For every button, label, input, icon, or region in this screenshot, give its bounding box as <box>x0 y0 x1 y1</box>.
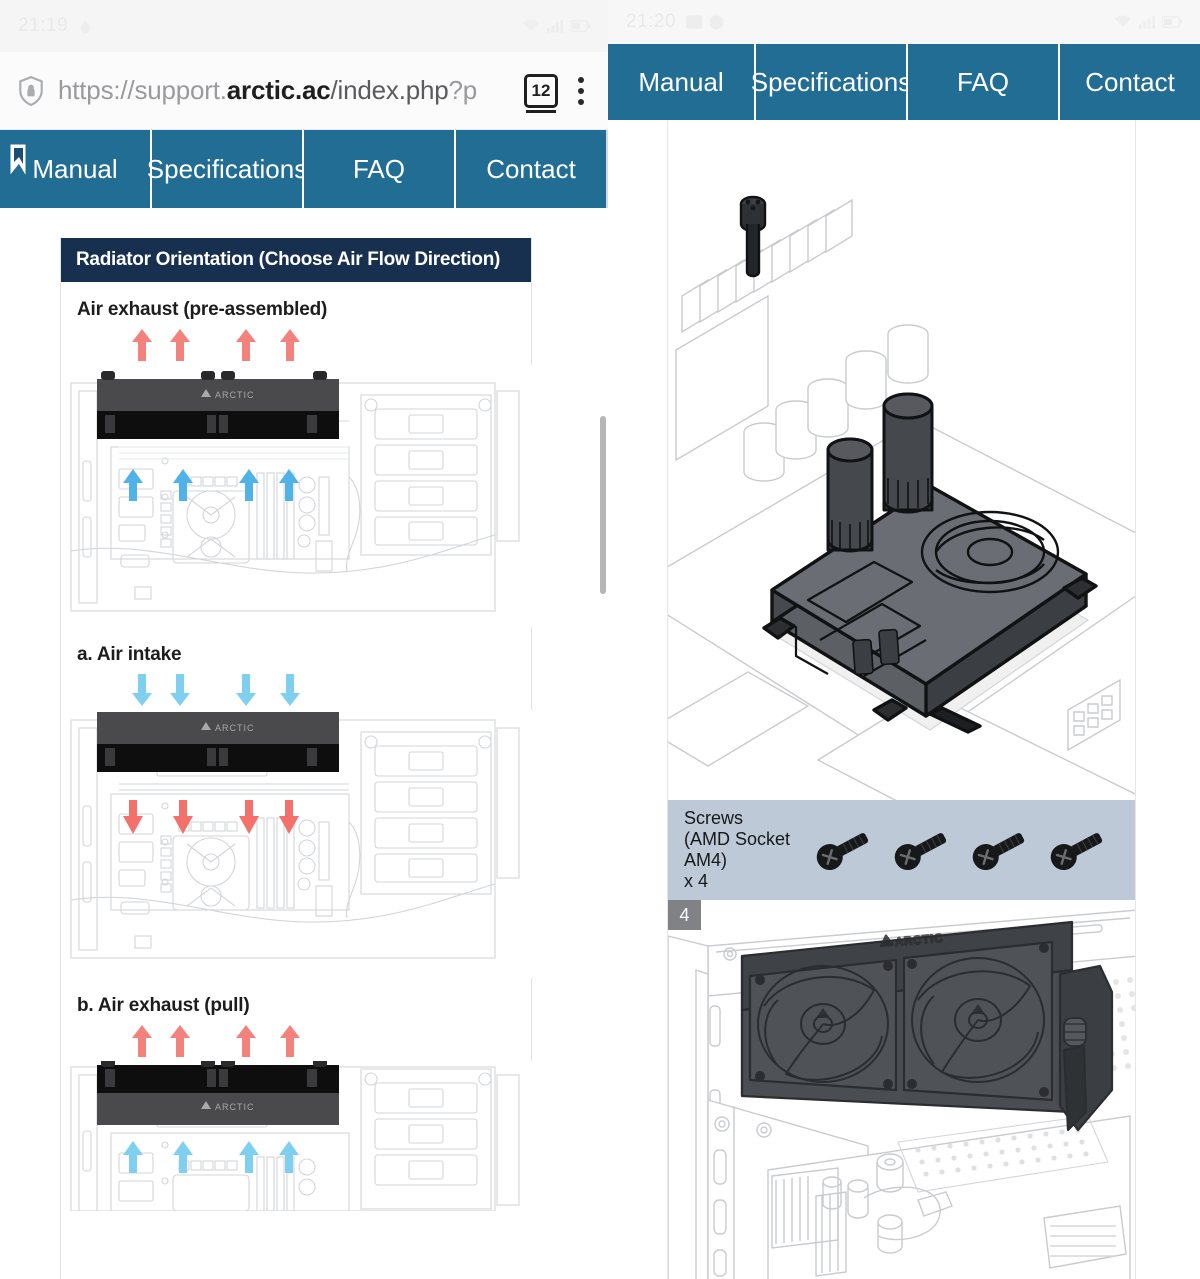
wifi-icon <box>1114 15 1132 27</box>
url-host: arctic.ac <box>226 75 331 105</box>
tab-specifications[interactable]: Specifications <box>751 44 911 120</box>
signal-icon <box>1139 16 1155 29</box>
subsection-label-air-intake: a. Air intake <box>77 644 182 665</box>
manual-document-left: Radiator Orientation (Choose Air Flow Di… <box>0 208 608 1279</box>
tab-specifications-label: Specifications <box>146 153 308 184</box>
subsection-label-air-exhaust-pull: b. Air exhaust (pull) <box>77 995 250 1016</box>
status-bar-right: 21:20 <box>608 0 1200 44</box>
tab-contact-label: Contact <box>486 153 576 184</box>
shield-icon <box>19 75 43 106</box>
tab-specifications[interactable]: Specifications <box>147 130 307 208</box>
tab-specifications-label: Specifications <box>750 66 912 97</box>
tab-faq[interactable]: FAQ <box>304 130 456 208</box>
arrow-up-red-icon <box>236 1025 256 1057</box>
manual-page-card: Radiator Orientation (Choose Air Flow Di… <box>60 238 533 1279</box>
site-nav-tabs-left: Manual Specifications FAQ Contact <box>0 130 608 208</box>
tab-contact[interactable]: Contact <box>1060 44 1200 120</box>
status-notification-icons <box>78 19 93 34</box>
status-time: 21:20 <box>626 11 677 32</box>
arrow-down-blue-icon <box>236 674 256 706</box>
browser-url-bar[interactable]: https://support.arctic.ac/index.php?p 12 <box>0 52 608 130</box>
status-bar-left: 21:19 <box>0 0 608 52</box>
airflow-arrows-blue-down <box>61 666 531 710</box>
tab-faq-label: FAQ <box>352 153 405 184</box>
page-scrollbar[interactable] <box>600 416 606 594</box>
airflow-arrows-red-up-1 <box>61 321 531 365</box>
arrow-up-red-icon <box>132 1025 152 1057</box>
tab-manual-label: Manual <box>638 66 724 97</box>
kebab-menu-icon[interactable] <box>576 76 586 105</box>
tab-manual[interactable]: Manual <box>608 44 756 120</box>
arrow-down-blue-icon <box>170 674 190 706</box>
screw-icon <box>972 833 1025 871</box>
arrow-up-red-icon <box>280 329 300 361</box>
image-icon <box>686 15 703 29</box>
url-display[interactable]: https://support.arctic.ac/index.php?p <box>58 75 516 106</box>
screw-illustrations <box>810 829 1110 871</box>
tab-count-button[interactable]: 12 <box>524 73 558 113</box>
right-browser-pane: 21:20 Manual Specifications FAQ Contact … <box>608 0 1200 1279</box>
arrow-up-red-icon <box>170 1025 190 1057</box>
arrow-up-red-icon <box>170 329 190 361</box>
svg-text:ARCTIC: ARCTIC <box>215 723 255 733</box>
status-time: 21:19 <box>18 15 69 36</box>
arrow-down-blue-icon <box>280 674 300 706</box>
left-browser-pane: 21:19 https://support.arctic.ac/index.ph… <box>0 0 608 1279</box>
diagram-air-intake: ARCTIC <box>61 710 533 978</box>
status-system-icons <box>522 19 590 33</box>
manual-page-column: Screws (AMD Socket AM4) x 4 4 ARCTIC <box>667 120 1136 1279</box>
status-system-icons <box>1114 15 1182 29</box>
screw-icon <box>1050 833 1103 871</box>
svg-text:ARCTIC: ARCTIC <box>215 390 255 400</box>
tab-faq-label: FAQ <box>956 66 1009 97</box>
arrow-up-red-icon <box>236 329 256 361</box>
tab-faq[interactable]: FAQ <box>908 44 1060 120</box>
site-nav-tabs-right: Manual Specifications FAQ Contact <box>608 44 1200 120</box>
tab-contact-label: Contact <box>1085 66 1175 97</box>
battery-icon <box>1162 16 1182 28</box>
diagram-air-exhaust-pull: ARCTIC <box>61 1061 533 1279</box>
figure-cpu-waterblock-mounting <box>668 120 1135 891</box>
tab-contact[interactable]: Contact <box>456 130 606 208</box>
manual-document-right: Screws (AMD Socket AM4) x 4 4 ARCTIC <box>608 120 1200 1279</box>
app-icon <box>709 14 724 30</box>
figure-radiator-in-case: ARCTIC <box>668 900 1135 1279</box>
subsection-label-air-exhaust-preassembled: Air exhaust (pre-assembled) <box>77 299 328 320</box>
url-path: /index.php <box>330 75 449 105</box>
parts-strip-screws: Screws (AMD Socket AM4) x 4 4 <box>668 800 1135 930</box>
section-header-radiator-orientation: Radiator Orientation (Choose Air Flow Di… <box>61 238 531 282</box>
airflow-arrows-red-up-2 <box>61 1017 531 1061</box>
tab-manual[interactable]: Manual <box>0 130 152 208</box>
diagram-air-exhaust-preassembled: ARCTIC <box>61 365 533 627</box>
screw-icon <box>894 833 947 871</box>
wifi-icon <box>522 19 540 31</box>
url-query: ?p <box>448 75 478 105</box>
svg-text:ARCTIC: ARCTIC <box>215 1102 255 1112</box>
split-screen-container: 21:19 https://support.arctic.ac/index.ph… <box>0 0 1200 1279</box>
url-scheme: https://support. <box>58 75 227 105</box>
status-notification-icons <box>686 14 724 30</box>
arrow-up-red-icon <box>280 1025 300 1057</box>
battery-icon <box>570 20 590 32</box>
droplet-icon <box>80 19 91 33</box>
parts-label: Screws (AMD Socket AM4) x 4 <box>684 807 791 892</box>
screw-icon <box>816 833 869 871</box>
signal-icon <box>547 20 563 33</box>
arrow-down-blue-icon <box>132 674 152 706</box>
tab-manual-label: Manual <box>32 153 118 184</box>
arrow-up-red-icon <box>132 329 152 361</box>
